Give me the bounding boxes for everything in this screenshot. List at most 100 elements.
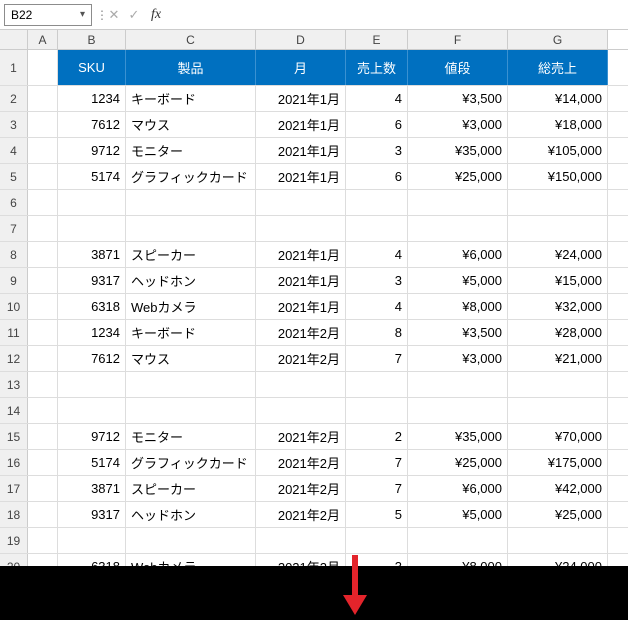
row-header[interactable]: 10 <box>0 294 28 319</box>
cell[interactable]: 7612 <box>58 346 126 371</box>
cell[interactable]: ¥21,000 <box>508 346 608 371</box>
cell[interactable]: ¥5,000 <box>408 502 508 527</box>
cell[interactable] <box>346 528 408 553</box>
cell[interactable]: ¥3,500 <box>408 320 508 345</box>
cell[interactable]: スピーカー <box>126 476 256 501</box>
row-header[interactable]: 16 <box>0 450 28 475</box>
cell[interactable] <box>28 268 58 293</box>
cell[interactable] <box>28 346 58 371</box>
column-header-E[interactable]: E <box>346 30 408 49</box>
row-header[interactable]: 6 <box>0 190 28 215</box>
cell[interactable] <box>58 372 126 397</box>
row-header[interactable]: 1 <box>0 50 28 85</box>
cell[interactable] <box>28 372 58 397</box>
cell[interactable]: 2021年2月 <box>256 450 346 475</box>
cell[interactable]: 値段 <box>408 50 508 85</box>
cell[interactable]: 4 <box>346 294 408 319</box>
cell[interactable] <box>408 190 508 215</box>
cell[interactable]: ¥25,000 <box>408 450 508 475</box>
cell[interactable]: ¥14,000 <box>508 86 608 111</box>
cell[interactable]: ¥18,000 <box>508 112 608 137</box>
name-box[interactable]: B22 ▾ <box>4 4 92 26</box>
cell[interactable] <box>126 216 256 241</box>
cell[interactable] <box>58 216 126 241</box>
cell[interactable]: ¥70,000 <box>508 424 608 449</box>
row-header[interactable]: 12 <box>0 346 28 371</box>
cell[interactable]: 2021年1月 <box>256 164 346 189</box>
cell[interactable]: 売上数 <box>346 50 408 85</box>
cell[interactable]: 5174 <box>58 450 126 475</box>
row-header[interactable]: 7 <box>0 216 28 241</box>
cell[interactable]: 3 <box>346 138 408 163</box>
select-all-corner[interactable] <box>0 30 28 49</box>
cell[interactable]: 1234 <box>58 320 126 345</box>
cell[interactable]: 4 <box>346 242 408 267</box>
row-header[interactable]: 14 <box>0 398 28 423</box>
cell[interactable]: 9712 <box>58 424 126 449</box>
row-header[interactable]: 5 <box>0 164 28 189</box>
cell[interactable]: 9712 <box>58 138 126 163</box>
cell[interactable]: グラフィックカード <box>126 164 256 189</box>
cell[interactable]: ¥6,000 <box>408 242 508 267</box>
cell[interactable]: キーボード <box>126 86 256 111</box>
row-header[interactable]: 2 <box>0 86 28 111</box>
cell[interactable]: ¥42,000 <box>508 476 608 501</box>
cell[interactable]: ¥105,000 <box>508 138 608 163</box>
column-header-A[interactable]: A <box>28 30 58 49</box>
cell[interactable]: ¥3,500 <box>408 86 508 111</box>
cell[interactable]: ¥3,000 <box>408 112 508 137</box>
cell[interactable]: マウス <box>126 112 256 137</box>
cell[interactable]: 月 <box>256 50 346 85</box>
cell[interactable] <box>126 190 256 215</box>
cell[interactable] <box>28 476 58 501</box>
cell[interactable] <box>256 216 346 241</box>
cell[interactable] <box>126 398 256 423</box>
row-header[interactable]: 18 <box>0 502 28 527</box>
cell[interactable]: 2021年1月 <box>256 294 346 319</box>
cell[interactable] <box>28 294 58 319</box>
cell[interactable] <box>28 138 58 163</box>
cell[interactable]: 総売上 <box>508 50 608 85</box>
cell[interactable] <box>508 190 608 215</box>
column-header-D[interactable]: D <box>256 30 346 49</box>
cell[interactable]: 7 <box>346 476 408 501</box>
cell[interactable]: ¥5,000 <box>408 268 508 293</box>
cell[interactable]: 5 <box>346 502 408 527</box>
cell[interactable]: Webカメラ <box>126 294 256 319</box>
cell[interactable] <box>508 372 608 397</box>
cell[interactable] <box>508 398 608 423</box>
cell[interactable] <box>58 528 126 553</box>
column-header-C[interactable]: C <box>126 30 256 49</box>
column-header-G[interactable]: G <box>508 30 608 49</box>
cell[interactable]: 2021年1月 <box>256 242 346 267</box>
cell[interactable]: SKU <box>58 50 126 85</box>
cell[interactable]: 9317 <box>58 502 126 527</box>
cell[interactable]: 3871 <box>58 476 126 501</box>
cell[interactable]: マウス <box>126 346 256 371</box>
cell[interactable] <box>28 320 58 345</box>
cell[interactable] <box>28 528 58 553</box>
cell[interactable]: ¥28,000 <box>508 320 608 345</box>
cell[interactable]: ¥35,000 <box>408 424 508 449</box>
cell[interactable] <box>508 528 608 553</box>
cell[interactable]: モニター <box>126 138 256 163</box>
cell[interactable]: モニター <box>126 424 256 449</box>
column-header-F[interactable]: F <box>408 30 508 49</box>
row-header[interactable]: 19 <box>0 528 28 553</box>
cell[interactable] <box>508 216 608 241</box>
cancel-icon[interactable]: ✕ <box>104 7 124 23</box>
cell[interactable] <box>346 216 408 241</box>
cell[interactable] <box>58 190 126 215</box>
cell[interactable]: 2021年2月 <box>256 346 346 371</box>
row-header[interactable]: 4 <box>0 138 28 163</box>
cell[interactable]: スピーカー <box>126 242 256 267</box>
cell[interactable]: 8 <box>346 320 408 345</box>
cell[interactable] <box>28 450 58 475</box>
cell[interactable] <box>256 190 346 215</box>
cell[interactable]: 2021年1月 <box>256 138 346 163</box>
cell[interactable]: キーボード <box>126 320 256 345</box>
cell[interactable] <box>28 164 58 189</box>
cell[interactable] <box>256 372 346 397</box>
cell[interactable]: ¥24,000 <box>508 242 608 267</box>
cell[interactable]: 5174 <box>58 164 126 189</box>
